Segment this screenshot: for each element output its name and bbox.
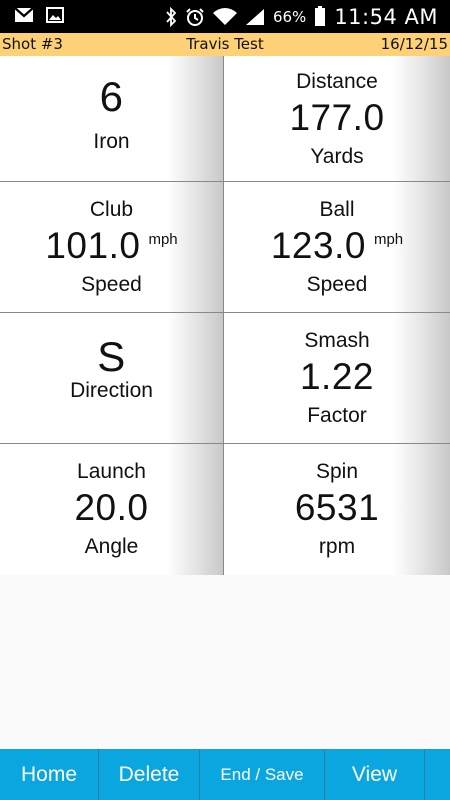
metric-direction: S Direction (0, 313, 224, 444)
shot-header: Travis Test Shot #3 16/12/15 (0, 33, 450, 56)
metric-value: S (97, 333, 126, 380)
metric-label-top: Launch (77, 460, 146, 483)
shot-number: Shot #3 (2, 35, 63, 53)
metric-smash-factor: Smash 1.22 Factor (224, 313, 450, 444)
bluetooth-icon (166, 6, 177, 27)
home-button[interactable]: Home (0, 749, 99, 800)
metric-value-row: 123.0 mph (224, 225, 450, 267)
metric-value-row: 101.0 mph (0, 225, 223, 267)
metric-label-bottom: rpm (318, 535, 356, 558)
status-bar: 66% 11:54 AM (0, 0, 450, 33)
signal-icon (245, 8, 264, 25)
metric-label-top: Ball (319, 198, 355, 221)
gallery-icon (46, 7, 64, 23)
metric-label-top: Club (89, 198, 134, 221)
metric-club: 6 Iron (0, 56, 224, 182)
metric-label-top: Distance (296, 70, 378, 93)
metric-label-bottom: Factor (307, 404, 367, 427)
metric-label-bottom: Direction (70, 379, 153, 402)
gmail-icon (14, 7, 34, 22)
metric-spin: Spin 6531 rpm (224, 444, 450, 575)
metric-label-bottom: Yards (310, 145, 364, 168)
metric-ball-speed: Ball 123.0 mph Speed (224, 182, 450, 313)
overflow-button[interactable] (425, 749, 450, 800)
metric-unit: mph (373, 231, 404, 248)
metric-label-top: Spin (315, 460, 359, 483)
metric-value: 6531 (294, 487, 380, 528)
metric-launch-angle: Launch 20.0 Angle (0, 444, 224, 575)
wifi-icon (212, 7, 237, 25)
metric-unit: mph (148, 231, 178, 248)
metric-label-bottom: Iron (93, 130, 130, 153)
metric-value: 177.0 (289, 97, 385, 138)
metric-value: 101.0 (45, 225, 141, 266)
metric-value: 6 (99, 73, 124, 120)
notification-icons (14, 7, 64, 23)
metric-club-speed: Club 101.0 mph Speed (0, 182, 224, 313)
battery-icon (315, 6, 326, 26)
shot-date: 16/12/15 (380, 35, 448, 53)
clock: 11:54 AM (334, 4, 438, 29)
metric-value: 123.0 (270, 225, 366, 266)
battery-percent: 66% (272, 7, 307, 26)
bottom-action-bar: Home Delete End / Save View (0, 749, 450, 800)
metric-value: 1.22 (299, 356, 374, 397)
metric-label-top: Smash (304, 329, 370, 352)
alarm-icon (186, 7, 204, 26)
view-button[interactable]: View (325, 749, 425, 800)
system-icons: 66% 11:54 AM (165, 0, 438, 33)
delete-button[interactable]: Delete (99, 749, 200, 800)
metric-distance: Distance 177.0 Yards (224, 56, 450, 182)
metric-label-bottom: Speed (81, 273, 142, 296)
metric-label-bottom: Speed (306, 273, 368, 296)
end-save-button[interactable]: End / Save (200, 749, 325, 800)
metric-label-bottom: Angle (84, 535, 139, 558)
shot-metrics-grid: 6 Iron Distance 177.0 Yards Club 101.0 mp… (0, 56, 450, 575)
metric-value: 20.0 (74, 487, 149, 528)
